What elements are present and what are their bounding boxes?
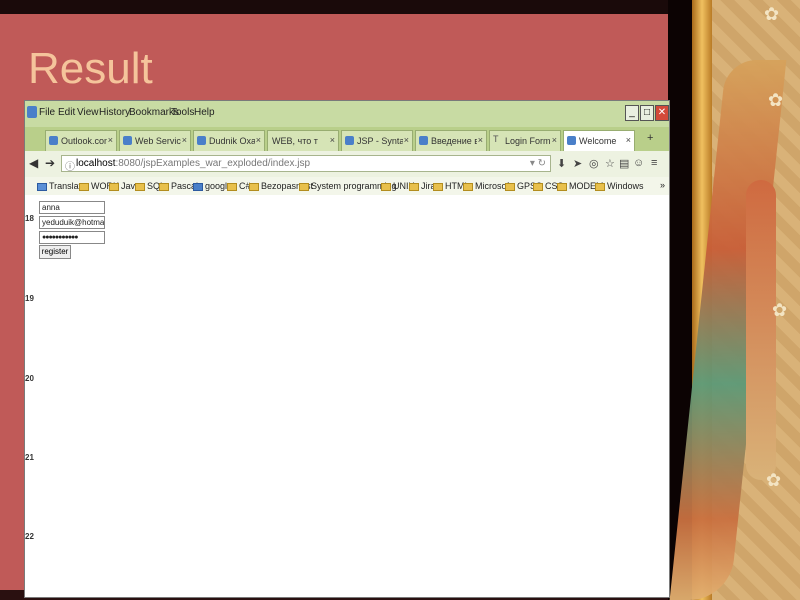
- page-number: 21: [25, 453, 34, 462]
- menu-file[interactable]: File: [39, 107, 55, 118]
- decorative-panel: ✿ ✿ ✿ ✿: [668, 0, 800, 600]
- page-number: 19: [25, 294, 34, 303]
- forward-icon[interactable]: ➔: [45, 156, 55, 170]
- google-icon: [193, 182, 203, 191]
- folder-icon: [557, 182, 567, 191]
- minimize-button[interactable]: _: [625, 105, 639, 121]
- chevron-right-icon[interactable]: »: [660, 180, 665, 190]
- tab-outlook[interactable]: Outlook.com ... ×: [45, 130, 117, 151]
- page-content: anna yeduduik@hotmail.com ●●●●●●●●●●● re…: [25, 195, 669, 597]
- close-tab-icon[interactable]: ×: [256, 135, 261, 145]
- close-tab-icon[interactable]: ×: [330, 135, 335, 145]
- close-tab-icon[interactable]: ×: [404, 135, 409, 145]
- translate-icon: [37, 182, 47, 191]
- info-icon: ⓘ: [65, 162, 75, 173]
- folder-icon: [227, 182, 237, 191]
- menu-bar: File Edit View History Bookmarks Tools H…: [25, 101, 669, 128]
- tab-bar: Outlook.com ... × Web Services... × Dudn…: [25, 127, 669, 151]
- navigation-bar: ◀ ➔ ⓘ localhost:8080/jspExamples_war_exp…: [25, 151, 669, 178]
- folder-icon: [505, 182, 515, 191]
- star-icon[interactable]: ☆: [605, 157, 615, 170]
- password-field[interactable]: ●●●●●●●●●●●: [39, 231, 105, 244]
- folder-icon: [433, 182, 443, 191]
- tab-jsp-syntax[interactable]: JSP - Syntax... ×: [341, 130, 413, 151]
- flower-ornament-icon: ✿: [766, 470, 782, 490]
- close-tab-icon[interactable]: ×: [552, 135, 557, 145]
- flower-ornament-icon: ✿: [764, 4, 780, 24]
- close-tab-icon[interactable]: ×: [108, 135, 113, 145]
- page-number: 18: [25, 214, 34, 223]
- slide-top-bar: [0, 0, 668, 14]
- shield-icon[interactable]: ◎: [589, 157, 599, 170]
- folder-icon: [595, 182, 605, 191]
- new-tab-button[interactable]: +: [647, 132, 653, 144]
- send-icon[interactable]: ➤: [573, 157, 582, 170]
- back-icon[interactable]: ◀: [29, 156, 38, 170]
- folder-icon: [409, 182, 419, 191]
- outlook-icon: [49, 136, 58, 145]
- reload-icon[interactable]: ▾ ↻: [530, 158, 546, 169]
- tab-login-form[interactable]: T Login Form (... ×: [489, 130, 561, 151]
- clipboard-icon[interactable]: ▤: [619, 157, 629, 170]
- vk-icon: [197, 136, 206, 145]
- bookmark-csharp[interactable]: C#: [227, 181, 251, 191]
- download-icon[interactable]: ⬇: [557, 157, 566, 170]
- folder-icon: [135, 182, 145, 191]
- page-icon: [419, 136, 428, 145]
- folder-icon: [109, 182, 119, 191]
- text-t-icon: T: [493, 134, 499, 144]
- folder-icon: [463, 182, 473, 191]
- page-icon: [123, 136, 132, 145]
- name-field[interactable]: anna: [39, 201, 105, 214]
- menu-view[interactable]: View: [77, 107, 99, 118]
- bookmarks-bar: Translate WORK Java SQL Pascal google C#…: [25, 177, 669, 196]
- menu-history[interactable]: History: [99, 107, 130, 118]
- maximize-button[interactable]: □: [640, 105, 654, 121]
- puzzle-icon: [345, 136, 354, 145]
- tab-welcome[interactable]: Welcome ×: [563, 130, 635, 151]
- register-button[interactable]: register: [39, 245, 71, 259]
- url-path: :8080/jspExamples_war_exploded/index.jsp: [115, 158, 311, 169]
- menu-edit[interactable]: Edit: [58, 107, 75, 118]
- page-icon: [567, 136, 576, 145]
- flower-ornament-icon: ✿: [772, 300, 788, 320]
- page-number: 22: [25, 532, 34, 541]
- folder-icon: [249, 182, 259, 191]
- folder-icon: [299, 182, 309, 191]
- folder-icon: [533, 182, 543, 191]
- close-tab-icon[interactable]: ×: [182, 135, 187, 145]
- close-window-button[interactable]: ✕: [655, 105, 669, 121]
- url-host: localhost: [76, 158, 116, 169]
- tab-vvedenie[interactable]: Введение в J... ×: [415, 130, 487, 151]
- face-icon[interactable]: ☺: [633, 157, 644, 169]
- folder-icon: [79, 182, 89, 191]
- slide-title: Result: [28, 44, 153, 93]
- page-number: 20: [25, 374, 34, 383]
- browser-logo-icon: [27, 106, 37, 118]
- close-tab-icon[interactable]: ×: [478, 135, 483, 145]
- bookmark-jira[interactable]: Jira: [409, 181, 436, 191]
- menu-tools[interactable]: Tools: [171, 107, 194, 118]
- folder-icon: [159, 182, 169, 191]
- menu-hamburger-icon[interactable]: ≡: [651, 157, 657, 169]
- flower-ornament-icon: ✿: [768, 90, 784, 110]
- address-bar[interactable]: ⓘ localhost:8080/jspExamples_war_explode…: [61, 155, 551, 173]
- tab-dudnik[interactable]: Dudnik Oxan... ×: [193, 130, 265, 151]
- email-field[interactable]: yeduduik@hotmail.com: [39, 216, 105, 229]
- close-tab-icon[interactable]: ×: [626, 135, 631, 145]
- browser-window: File Edit View History Bookmarks Tools H…: [24, 100, 670, 598]
- tab-web[interactable]: WEB, что такое... ×: [267, 130, 339, 151]
- tab-web-services[interactable]: Web Services... ×: [119, 130, 191, 151]
- folder-icon: [381, 182, 391, 191]
- bookmark-windows[interactable]: Windows: [595, 181, 644, 191]
- menu-help[interactable]: Help: [194, 107, 215, 118]
